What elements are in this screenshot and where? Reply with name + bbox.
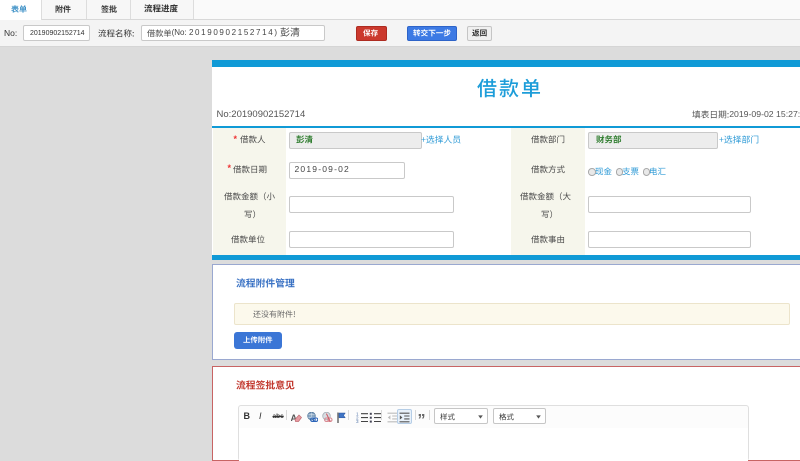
svg-text:3: 3 <box>356 419 359 423</box>
